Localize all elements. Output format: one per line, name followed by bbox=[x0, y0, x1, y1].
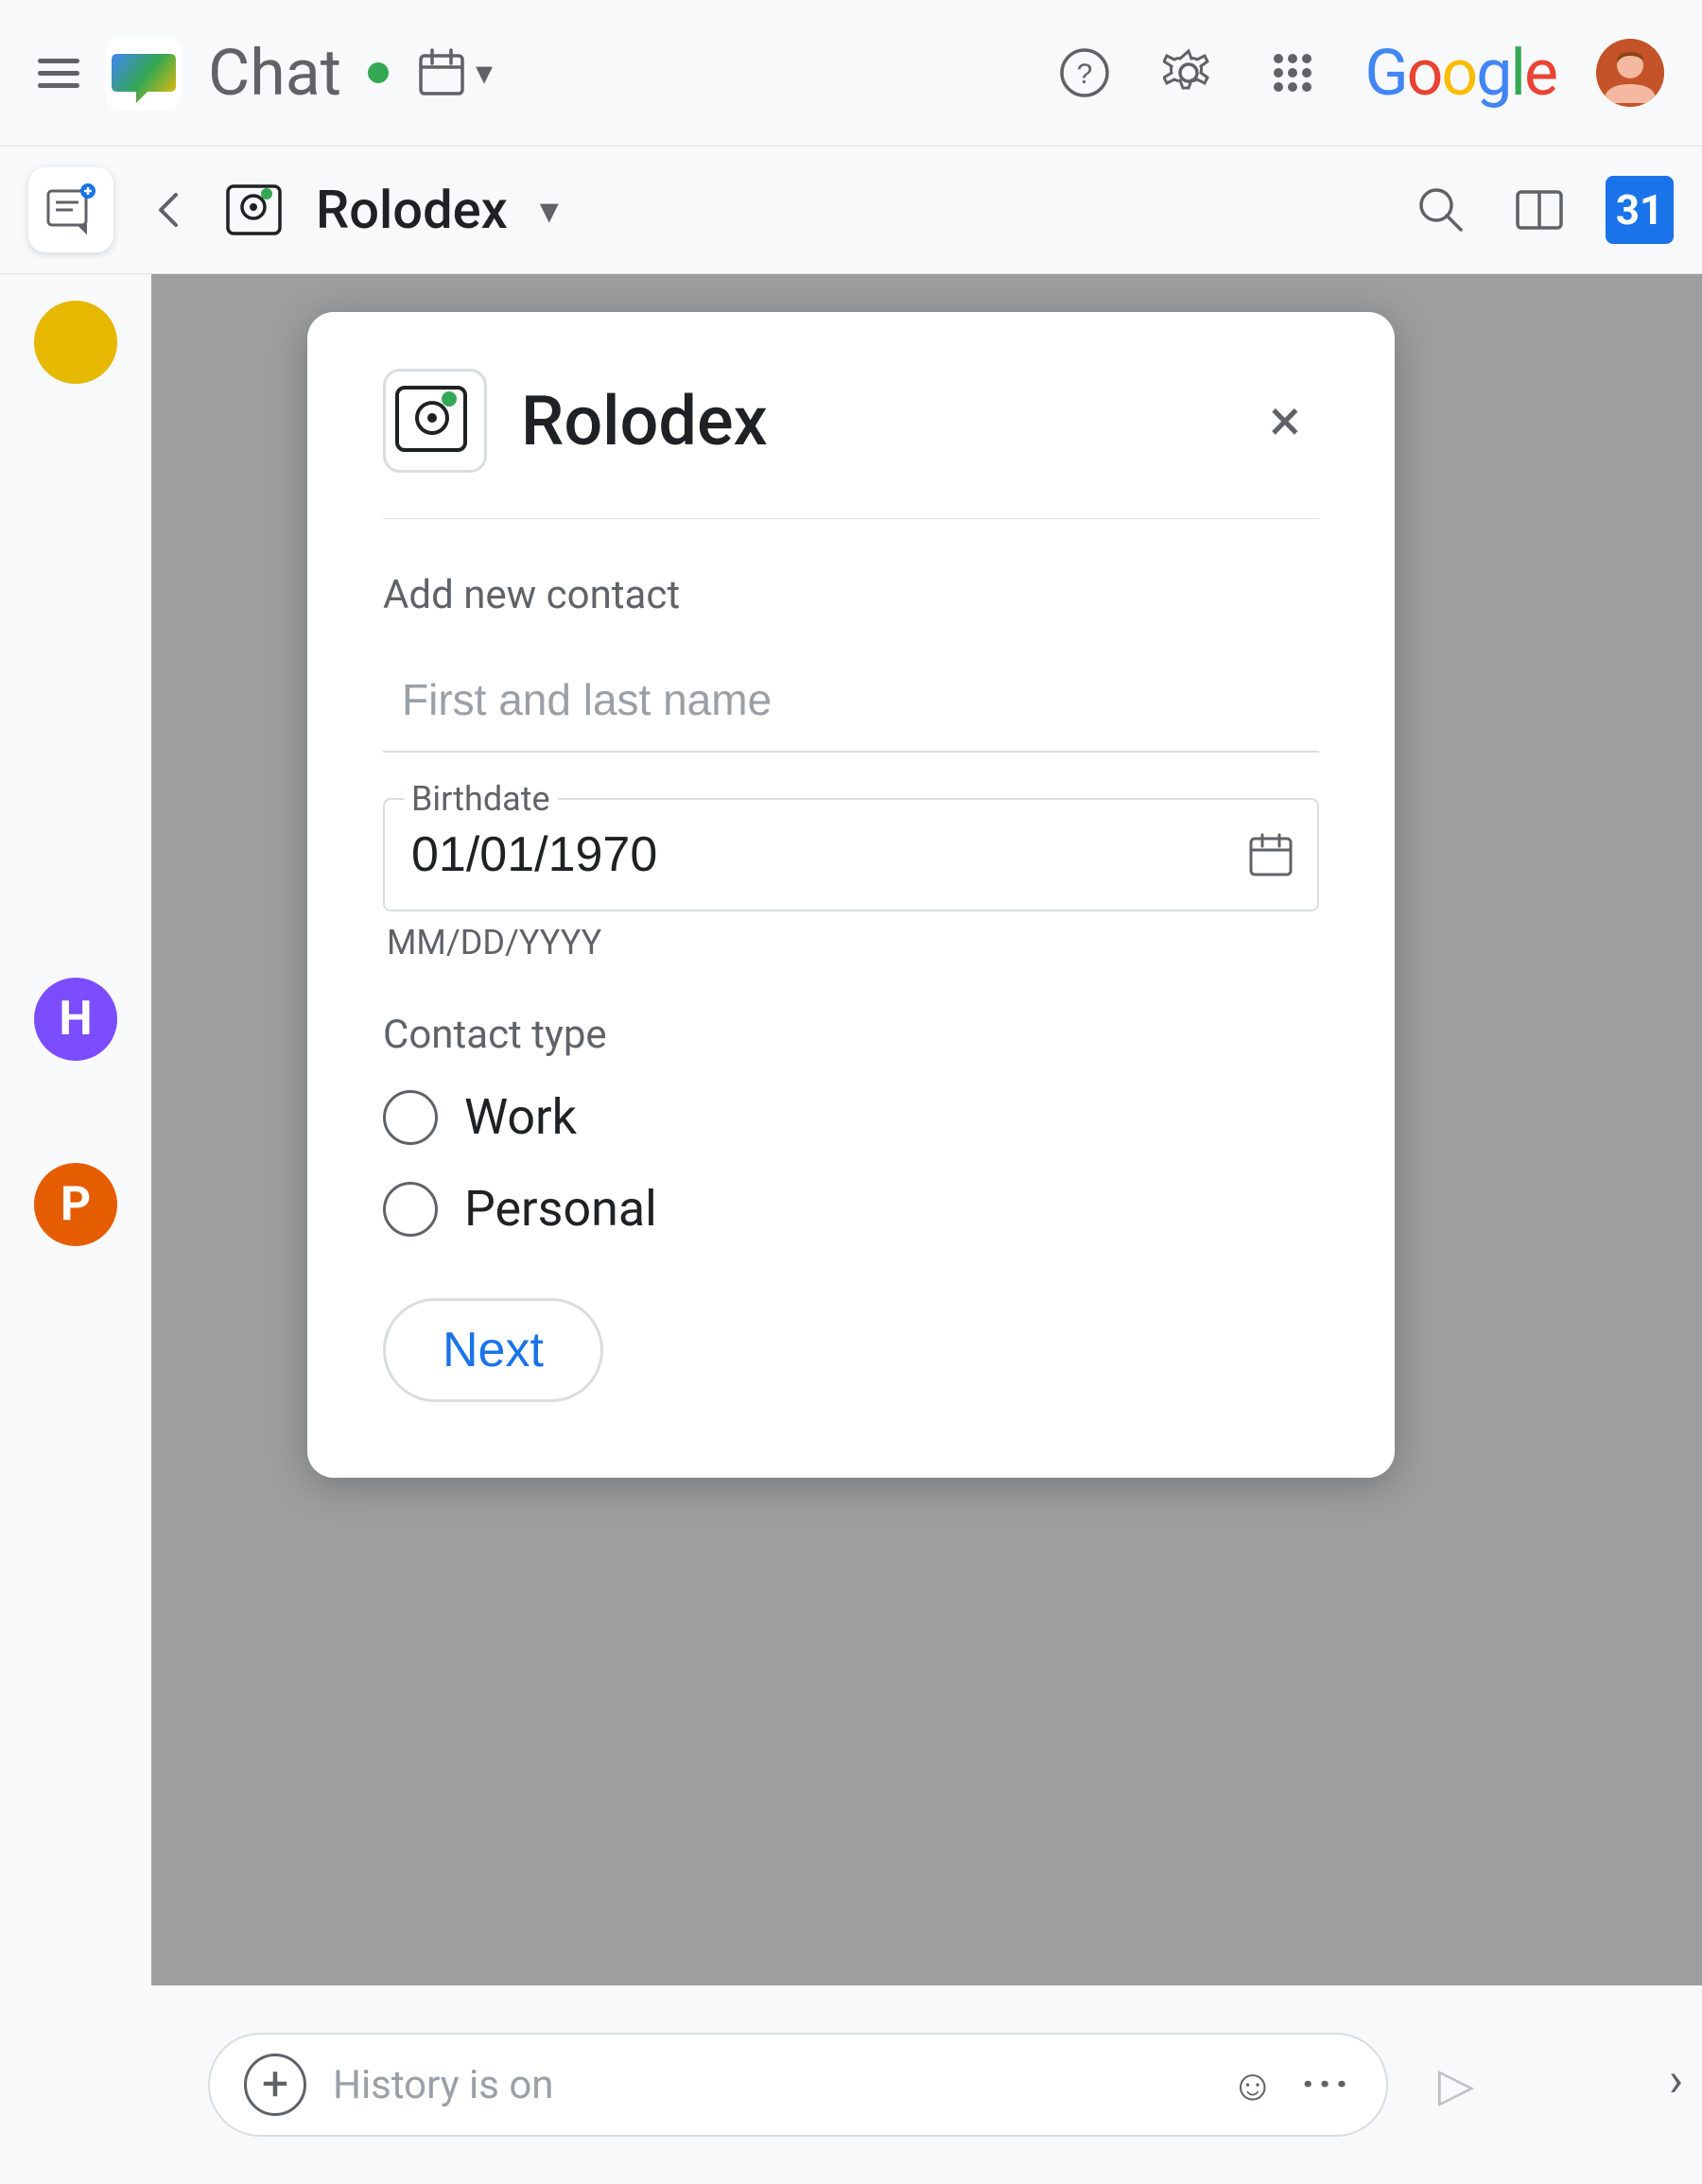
next-button[interactable]: Next bbox=[383, 1298, 603, 1402]
close-icon: × bbox=[1269, 387, 1300, 456]
radio-circle-work bbox=[383, 1090, 438, 1145]
secondary-bar-right: 31 bbox=[1409, 176, 1674, 244]
help-button[interactable]: ? bbox=[1052, 41, 1117, 105]
top-bar-left: Chat ▾ bbox=[38, 35, 493, 111]
back-button[interactable] bbox=[140, 182, 197, 238]
calendar-icon bbox=[415, 46, 468, 99]
compose-button[interactable] bbox=[28, 167, 113, 252]
radio-work[interactable]: Work bbox=[383, 1088, 1319, 1146]
birthdate-field-wrap: Birthdate bbox=[383, 798, 1319, 911]
contact-type-label: Contact type bbox=[383, 1012, 1319, 1058]
status-dot bbox=[368, 62, 389, 83]
modal-overlay: Rolodex × Add new contact Birthdate MM/D… bbox=[0, 274, 1702, 2184]
search-button[interactable] bbox=[1409, 178, 1473, 242]
radio-label-personal: Personal bbox=[464, 1180, 657, 1238]
svg-text:?: ? bbox=[1077, 59, 1093, 90]
name-input[interactable] bbox=[383, 649, 1319, 753]
radio-circle-personal bbox=[383, 1182, 438, 1237]
rolodex-channel-icon bbox=[223, 177, 289, 243]
radio-personal[interactable]: Personal bbox=[383, 1180, 1319, 1238]
channel-icon bbox=[223, 177, 289, 243]
chat-logo-icon bbox=[106, 35, 182, 111]
add-contact-label: Add new contact bbox=[383, 572, 1319, 618]
user-avatar[interactable] bbox=[1596, 39, 1664, 107]
calendar-mini-number: 31 bbox=[1616, 185, 1664, 234]
calendar-dropdown-icon: ▾ bbox=[476, 53, 493, 93]
calendar-mini-button[interactable]: 31 bbox=[1606, 176, 1674, 244]
calendar-icon-wrap[interactable]: ▾ bbox=[415, 46, 493, 99]
gear-icon bbox=[1163, 47, 1214, 98]
apps-grid-icon bbox=[1267, 47, 1318, 98]
avatar-image bbox=[1596, 39, 1664, 107]
calendar-date-icon bbox=[1247, 831, 1294, 878]
split-view-icon bbox=[1514, 184, 1565, 235]
modal-close-button[interactable]: × bbox=[1251, 387, 1319, 455]
app-title: Chat bbox=[208, 35, 341, 111]
top-bar: Chat ▾ ? bbox=[0, 0, 1702, 147]
apps-button[interactable] bbox=[1260, 41, 1325, 105]
rolodex-modal: Rolodex × Add new contact Birthdate MM/D… bbox=[307, 312, 1395, 1478]
hamburger-menu-icon[interactable] bbox=[38, 59, 79, 88]
search-icon bbox=[1415, 184, 1467, 235]
google-logo: Google bbox=[1364, 35, 1556, 111]
radio-label-work: Work bbox=[464, 1088, 577, 1146]
birthdate-hint: MM/DD/YYYY bbox=[387, 923, 1319, 962]
settings-button[interactable] bbox=[1156, 41, 1221, 105]
modal-rolodex-icon bbox=[392, 378, 478, 463]
channel-name: Rolodex bbox=[316, 179, 508, 241]
help-icon: ? bbox=[1059, 47, 1110, 98]
birthdate-label: Birthdate bbox=[404, 779, 558, 819]
back-arrow-icon bbox=[144, 185, 193, 234]
modal-app-icon bbox=[383, 369, 487, 473]
modal-title: Rolodex bbox=[521, 381, 1217, 461]
modal-header: Rolodex × bbox=[383, 369, 1319, 519]
split-view-button[interactable] bbox=[1507, 178, 1572, 242]
channel-dropdown-icon[interactable]: ▾ bbox=[540, 188, 559, 233]
top-bar-right: ? Google bbox=[1052, 35, 1664, 111]
compose-icon bbox=[44, 183, 97, 236]
secondary-bar: Rolodex ▾ 31 bbox=[0, 147, 1702, 274]
contact-type-radio-group: Work Personal bbox=[383, 1088, 1319, 1238]
date-picker-icon[interactable] bbox=[1247, 831, 1294, 878]
